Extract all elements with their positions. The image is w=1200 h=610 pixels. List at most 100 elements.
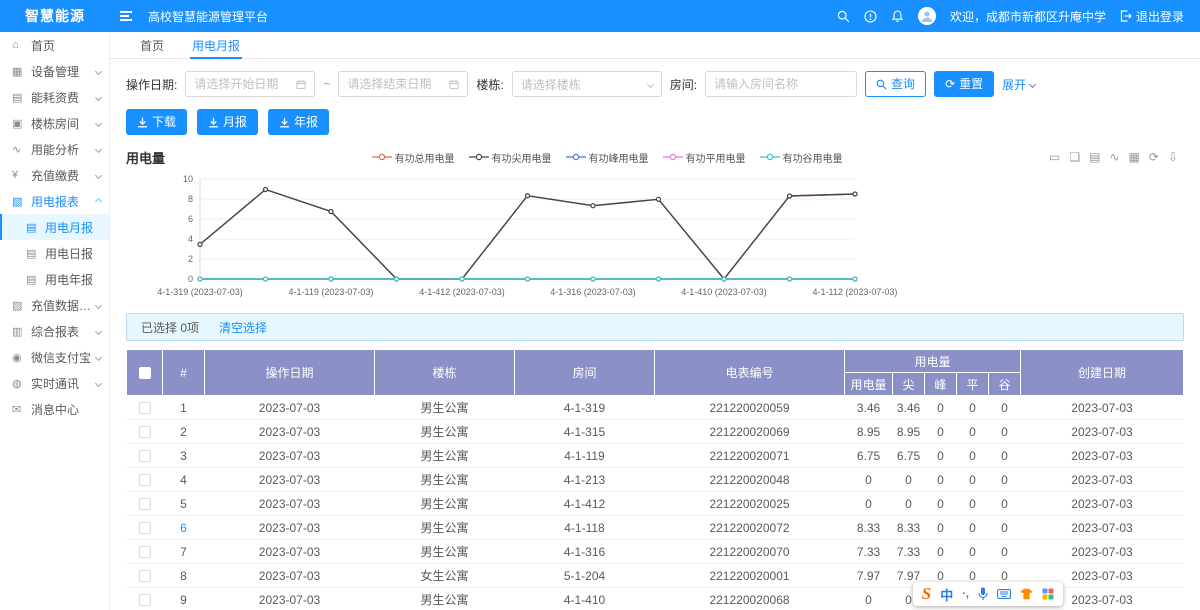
- cell-gu: 0: [989, 420, 1021, 444]
- col-date: 操作日期: [205, 350, 375, 396]
- tab-home[interactable]: 首页: [138, 32, 166, 58]
- bar-type-icon[interactable]: ▦: [1129, 150, 1140, 164]
- cell-select[interactable]: [127, 420, 163, 444]
- yearly-report-button[interactable]: 年报: [268, 109, 329, 135]
- search-icon[interactable]: [837, 10, 850, 23]
- keyboard-icon[interactable]: [997, 589, 1011, 599]
- date-range-separator: ~: [323, 77, 330, 91]
- start-date-input[interactable]: [185, 71, 315, 97]
- building-select[interactable]: 请选择楼栋: [512, 71, 662, 97]
- restore-icon[interactable]: ⟳: [1149, 150, 1159, 164]
- cell-building: 男生公寓: [375, 492, 515, 516]
- cell-building: 男生公寓: [375, 468, 515, 492]
- reset-button[interactable]: ⟳ 重置: [934, 71, 994, 97]
- expand-link[interactable]: 展开: [1002, 76, 1035, 93]
- sidebar-item[interactable]: ▥综合报表: [0, 318, 109, 344]
- cell-index: 9: [163, 588, 205, 610]
- cell-meter: 221220020001: [655, 564, 845, 588]
- sidebar-item[interactable]: ✉消息中心: [0, 396, 109, 422]
- avatar[interactable]: [918, 7, 936, 25]
- cell-select[interactable]: [127, 564, 163, 588]
- sidebar-item[interactable]: ⌂首页: [0, 32, 109, 58]
- report-table: # 操作日期 楼栋 房间 电表编号 用电量 创建日期 用电量 尖 峰 平 谷: [126, 349, 1184, 610]
- search-button[interactable]: 查询: [865, 71, 926, 97]
- legend-item[interactable]: 有功峰用电量: [566, 150, 649, 165]
- download-button[interactable]: 下载: [126, 109, 187, 135]
- mic-icon[interactable]: [978, 587, 988, 601]
- row-checkbox[interactable]: [139, 522, 151, 534]
- cell-feng: 0: [925, 444, 957, 468]
- monthly-report-button[interactable]: 月报: [197, 109, 258, 135]
- sidebar-item[interactable]: ◉微信支付宝: [0, 344, 109, 370]
- svg-text:6: 6: [188, 214, 193, 224]
- legend-item[interactable]: 有功总用电量: [372, 150, 455, 165]
- sidebar-item[interactable]: ▨充值数据报表: [0, 292, 109, 318]
- cell-date: 2023-07-03: [205, 588, 375, 610]
- cell-select[interactable]: [127, 516, 163, 540]
- row-checkbox[interactable]: [139, 570, 151, 582]
- help-icon[interactable]: [864, 10, 877, 23]
- clear-selection-link[interactable]: 清空选择: [219, 319, 267, 336]
- row-checkbox[interactable]: [139, 546, 151, 558]
- toolbox-icon[interactable]: [1042, 588, 1054, 600]
- collapse-menu-icon[interactable]: [120, 11, 132, 21]
- skin-icon[interactable]: [1020, 588, 1033, 600]
- room-input[interactable]: [705, 71, 857, 97]
- row-checkbox[interactable]: [139, 498, 151, 510]
- end-date-input[interactable]: [338, 71, 468, 97]
- cell-select[interactable]: [127, 540, 163, 564]
- save-image-icon[interactable]: ⇩: [1168, 150, 1178, 164]
- sidebar-subitem[interactable]: ▤用电月报: [0, 214, 109, 240]
- sogou-logo-icon[interactable]: S: [922, 584, 931, 604]
- sidebar-subitem[interactable]: ▤用电年报: [0, 266, 109, 292]
- data-view-icon[interactable]: ▤: [1089, 150, 1100, 164]
- sidebar-item[interactable]: ▤能耗资费: [0, 84, 109, 110]
- table-body: 12023-07-03男生公寓4-1-3192212200200593.463.…: [127, 396, 1184, 610]
- cell-select[interactable]: [127, 444, 163, 468]
- cell-feng: 0: [925, 420, 957, 444]
- cell-total: 6.75: [845, 444, 893, 468]
- cell-select[interactable]: [127, 492, 163, 516]
- cell-jian: 3.46: [893, 396, 925, 420]
- building-icon: ▣: [12, 117, 27, 130]
- legend-item[interactable]: 有功尖用电量: [469, 150, 552, 165]
- sidebar-item[interactable]: ¥充值缴费: [0, 162, 109, 188]
- zoom-select-icon[interactable]: ▭: [1049, 150, 1060, 164]
- cell-select[interactable]: [127, 396, 163, 420]
- select-all-header[interactable]: [127, 350, 163, 396]
- logout-button[interactable]: 退出登录: [1120, 8, 1184, 25]
- sidebar-subitem[interactable]: ▤用电日报: [0, 240, 109, 266]
- row-checkbox[interactable]: [139, 450, 151, 462]
- cell-select[interactable]: [127, 468, 163, 492]
- row-checkbox[interactable]: [139, 594, 151, 606]
- bell-icon[interactable]: [891, 10, 904, 23]
- line-type-icon[interactable]: ∿: [1109, 150, 1119, 164]
- cell-date: 2023-07-03: [205, 516, 375, 540]
- tab-electricity-monthly-report[interactable]: 用电月报: [190, 32, 242, 58]
- sidebar-item[interactable]: ▦设备管理: [0, 58, 109, 84]
- sidebar-item[interactable]: ▧用电报表: [0, 188, 109, 214]
- cell-jian: 0: [893, 492, 925, 516]
- cell-total: 0: [845, 588, 893, 610]
- zoom-reset-icon[interactable]: ❏: [1069, 150, 1080, 164]
- table-row: 42023-07-03男生公寓4-1-213221220020048000002…: [127, 468, 1184, 492]
- cell-index: 3: [163, 444, 205, 468]
- sidebar-item[interactable]: ▣楼栋房间: [0, 110, 109, 136]
- row-checkbox[interactable]: [139, 402, 151, 414]
- legend-item[interactable]: 有功谷用电量: [760, 150, 843, 165]
- cell-total: 7.33: [845, 540, 893, 564]
- cell-select[interactable]: [127, 588, 163, 610]
- sidebar-item[interactable]: ∿用能分析: [0, 136, 109, 162]
- row-checkbox[interactable]: [139, 474, 151, 486]
- top-header: 智慧能源 高校智慧能源管理平台 欢迎，成都市新都区升庵中学 退出登录: [0, 0, 1200, 32]
- svg-text:10: 10: [183, 174, 193, 184]
- app-logo: 智慧能源: [0, 6, 110, 26]
- legend-item[interactable]: 有功平用电量: [663, 150, 746, 165]
- row-checkbox[interactable]: [139, 426, 151, 438]
- chinese-mode-icon[interactable]: 中: [940, 585, 953, 604]
- select-all-checkbox[interactable]: [139, 367, 151, 379]
- punctuation-icon[interactable]: ·,: [962, 588, 969, 600]
- cell-date: 2023-07-03: [205, 492, 375, 516]
- table-row: 32023-07-03男生公寓4-1-1192212200200716.756.…: [127, 444, 1184, 468]
- sidebar-item[interactable]: ◍实时通讯: [0, 370, 109, 396]
